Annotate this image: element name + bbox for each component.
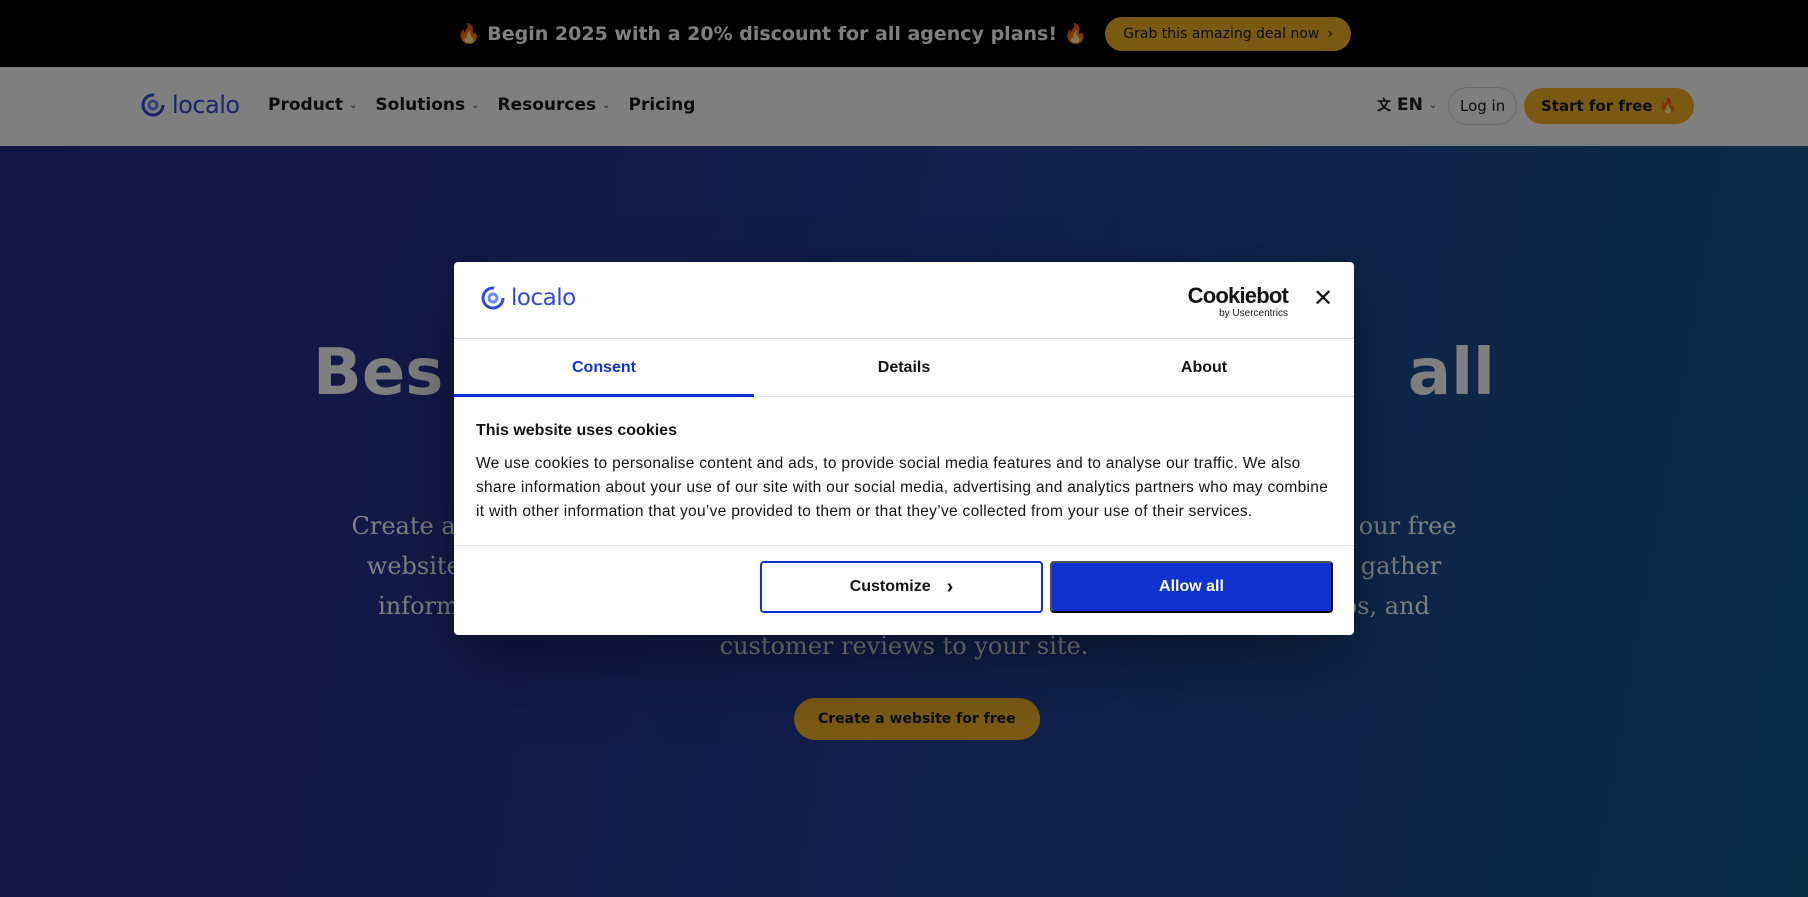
localo-logo-icon xyxy=(481,286,505,310)
tab-details[interactable]: Details xyxy=(754,339,1054,396)
cookie-consent-dialog: localo Cookiebot by Usercentrics ✕ Conse… xyxy=(454,262,1354,635)
cookiebot-logo[interactable]: Cookiebot by Usercentrics xyxy=(1178,283,1289,320)
dialog-logo: localo xyxy=(478,284,576,312)
customize-button[interactable]: Customize › xyxy=(760,561,1043,613)
dialog-heading: This website uses cookies xyxy=(476,422,677,439)
allow-all-button[interactable]: Allow all xyxy=(1050,561,1333,613)
dialog-description: We use cookies to personalise content an… xyxy=(476,455,1329,520)
chevron-right-icon: › xyxy=(946,575,954,598)
cookiebot-sub-text: by Usercentrics xyxy=(1219,308,1288,319)
tab-consent[interactable]: Consent xyxy=(454,339,754,397)
close-icon[interactable]: ✕ xyxy=(1311,287,1335,311)
dialog-header: localo Cookiebot by Usercentrics ✕ xyxy=(454,262,1354,339)
dialog-logo-text: localo xyxy=(511,285,576,311)
cookiebot-main-text: Cookiebot xyxy=(1187,283,1289,308)
customize-label: Customize xyxy=(849,578,931,595)
dialog-footer: Customize › Allow all xyxy=(454,545,1354,635)
dialog-tabs: Consent Details About xyxy=(454,339,1354,397)
dialog-body: This website uses cookies We use cookies… xyxy=(476,422,1332,524)
tab-about[interactable]: About xyxy=(1054,339,1354,396)
